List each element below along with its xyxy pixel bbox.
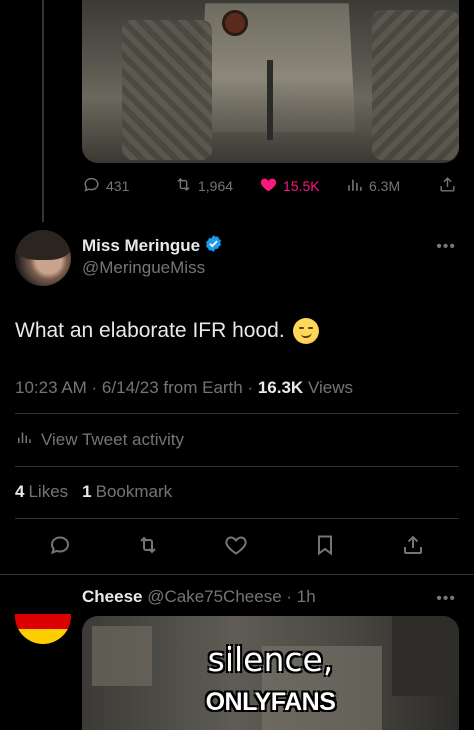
bookmarks-count-link[interactable]: 1 Bookmark xyxy=(82,482,172,502)
reply-media-image[interactable]: silence, ONLYFANS xyxy=(82,616,459,730)
retweet-button[interactable] xyxy=(133,532,163,562)
bookmarks-label: Bookmark xyxy=(95,482,173,501)
timestamp[interactable]: 10:23 AM · 6/14/23 from Earth · xyxy=(15,378,258,397)
more-options-icon[interactable]: ••• xyxy=(436,238,456,256)
divider xyxy=(15,413,459,414)
reply-icon xyxy=(82,175,101,197)
divider xyxy=(15,518,459,519)
heart-icon xyxy=(259,175,278,197)
cockpit-seat-left xyxy=(122,20,212,160)
views-count: 16.3K xyxy=(257,378,304,397)
analytics-icon xyxy=(345,175,364,197)
avatar-hair xyxy=(15,230,71,260)
divider xyxy=(15,466,459,467)
flag-band-red xyxy=(15,614,71,629)
reply-stat[interactable]: 431 xyxy=(82,174,129,198)
verified-badge-icon xyxy=(204,234,223,258)
reply-header: Cheese @Cake75Cheese · 1h xyxy=(82,587,316,607)
bookmark-button[interactable] xyxy=(310,532,340,562)
flag-band-black xyxy=(15,600,71,614)
cockpit-seat-right xyxy=(372,10,459,160)
reply-icon xyxy=(48,533,72,562)
view-activity-link[interactable]: View Tweet activity xyxy=(15,428,184,451)
tweet-meta: 10:23 AM · 6/14/23 from Earth · 16.3K Vi… xyxy=(15,378,353,398)
user-handle[interactable]: @MeringueMiss xyxy=(82,258,205,278)
retweet-count: 1,964 xyxy=(198,178,234,194)
flag-band-gold xyxy=(15,629,71,644)
display-name-text: Miss Meringue xyxy=(82,236,201,255)
parent-tweet-stats: 431 1,964 15.5K 6.3M xyxy=(82,174,459,198)
likes-count-link[interactable]: 4 Likes xyxy=(15,482,68,502)
avatar[interactable] xyxy=(15,230,71,286)
engagement-counts: 4 Likes 1 Bookmark xyxy=(15,482,172,502)
retweet-stat[interactable]: 1,964 xyxy=(174,174,233,198)
reply-count: 431 xyxy=(106,178,130,194)
activity-label: View Tweet activity xyxy=(41,429,184,449)
heart-outline-icon xyxy=(224,533,248,562)
likes-count: 4 xyxy=(15,482,25,501)
views-count: 6.3M xyxy=(369,178,401,194)
reply-handle-time[interactable]: @Cake75Cheese · 1h xyxy=(142,587,315,606)
retweet-icon xyxy=(136,533,160,562)
share-button[interactable] xyxy=(398,532,428,562)
meme-caption-line2: ONLYFANS xyxy=(205,688,336,716)
meme-caption-line1: silence, xyxy=(207,640,334,679)
share-stat[interactable] xyxy=(438,174,457,198)
reply-avatar[interactable] xyxy=(15,600,71,644)
tweet-text: What an elaborate IFR hood. xyxy=(15,319,285,342)
like-count: 15.5K xyxy=(283,178,320,194)
share-icon xyxy=(438,175,457,197)
views-stat[interactable]: 6.3M xyxy=(345,174,400,198)
analytics-icon xyxy=(15,428,33,451)
like-stat[interactable]: 15.5K xyxy=(259,174,320,198)
cockpit-wheel xyxy=(222,10,248,36)
retweet-icon xyxy=(174,175,193,197)
smirk-emoji-icon xyxy=(292,318,319,344)
views-label: Views xyxy=(303,378,353,397)
reply-display-name[interactable]: Cheese xyxy=(82,587,142,606)
reply-button[interactable] xyxy=(45,532,75,562)
action-bar xyxy=(0,532,474,562)
thread-connector-line xyxy=(42,0,44,222)
more-options-icon[interactable]: ••• xyxy=(436,590,456,608)
likes-label: Likes xyxy=(28,482,69,501)
divider xyxy=(0,574,474,575)
cockpit-stick xyxy=(267,60,273,140)
parent-tweet-image[interactable] xyxy=(82,0,459,163)
tweet-body: What an elaborate IFR hood. xyxy=(15,318,319,344)
share-icon xyxy=(401,533,425,562)
bookmark-icon xyxy=(313,533,337,562)
like-button[interactable] xyxy=(221,532,251,562)
bookmarks-count: 1 xyxy=(82,482,92,501)
display-name[interactable]: Miss Meringue xyxy=(82,234,223,258)
